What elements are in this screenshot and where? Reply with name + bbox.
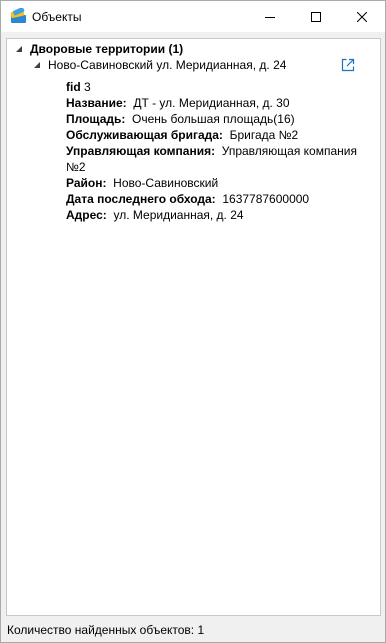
property-key: Адрес:: [66, 208, 107, 222]
minimize-icon: [265, 16, 275, 18]
property-value: Очень большая площадь(16): [132, 112, 295, 126]
property-last-inspection: Дата последнего обхода: 1637787600000: [66, 191, 376, 207]
window-title: Объекты: [32, 10, 82, 24]
property-key: Район:: [66, 176, 107, 190]
property-brigade: Обслуживающая бригада: Бригада №2: [66, 127, 376, 143]
property-value: ул. Меридианная, д. 24: [113, 208, 244, 222]
title-bar[interactable]: Объекты: [1, 1, 385, 32]
property-name: Название: ДТ - ул. Меридианная, д. 30: [66, 95, 376, 111]
property-company: Управляющая компания: Управляющая компан…: [66, 143, 376, 175]
minimize-button[interactable]: [247, 1, 293, 32]
property-value: 3: [84, 80, 91, 94]
maximize-button[interactable]: [293, 1, 339, 32]
close-icon: [357, 11, 367, 22]
tree-node-object[interactable]: Ново-Савиновский ул. Меридианная, д. 24: [32, 57, 286, 73]
object-properties: fid 3 Название: ДТ - ул. Меридианная, д.…: [66, 79, 376, 223]
objects-tree-panel: Дворовые территории (1) Ново-Савиновский…: [6, 38, 381, 616]
property-value: Ново-Савиновский: [113, 176, 219, 190]
expanded-triangle-icon[interactable]: [14, 44, 24, 54]
property-key: fid: [66, 80, 81, 94]
app-layers-icon: [10, 8, 26, 23]
property-key: Название:: [66, 96, 127, 110]
open-external-icon[interactable]: [340, 57, 356, 73]
property-value: Бригада №2: [229, 128, 299, 142]
property-area: Площадь: Очень большая площадь(16): [66, 111, 376, 127]
tree-node-courtyards[interactable]: Дворовые территории (1): [14, 41, 183, 57]
property-key: Обслуживающая бригада:: [66, 128, 223, 142]
property-fid: fid 3: [66, 79, 376, 95]
property-address: Адрес: ул. Меридианная, д. 24: [66, 207, 376, 223]
property-key: Управляющая компания:: [66, 144, 216, 158]
property-value: ДТ - ул. Меридианная, д. 30: [133, 96, 290, 110]
property-key: Площадь:: [66, 112, 126, 126]
property-key: Дата последнего обхода:: [66, 192, 216, 206]
status-found-count: Количество найденных объектов: 1: [7, 623, 205, 637]
tree-node-label: Дворовые территории (1): [30, 42, 184, 56]
expanded-triangle-icon[interactable]: [32, 60, 42, 70]
property-value: 1637787600000: [222, 192, 310, 206]
close-button[interactable]: [339, 1, 385, 32]
tree-node-label: Ново-Савиновский ул. Меридианная, д. 24: [48, 58, 287, 72]
property-district: Район: Ново-Савиновский: [66, 175, 376, 191]
maximize-icon: [311, 11, 321, 22]
objects-window: Объекты Дворовые территории (1) Ново-Сав…: [0, 0, 386, 643]
